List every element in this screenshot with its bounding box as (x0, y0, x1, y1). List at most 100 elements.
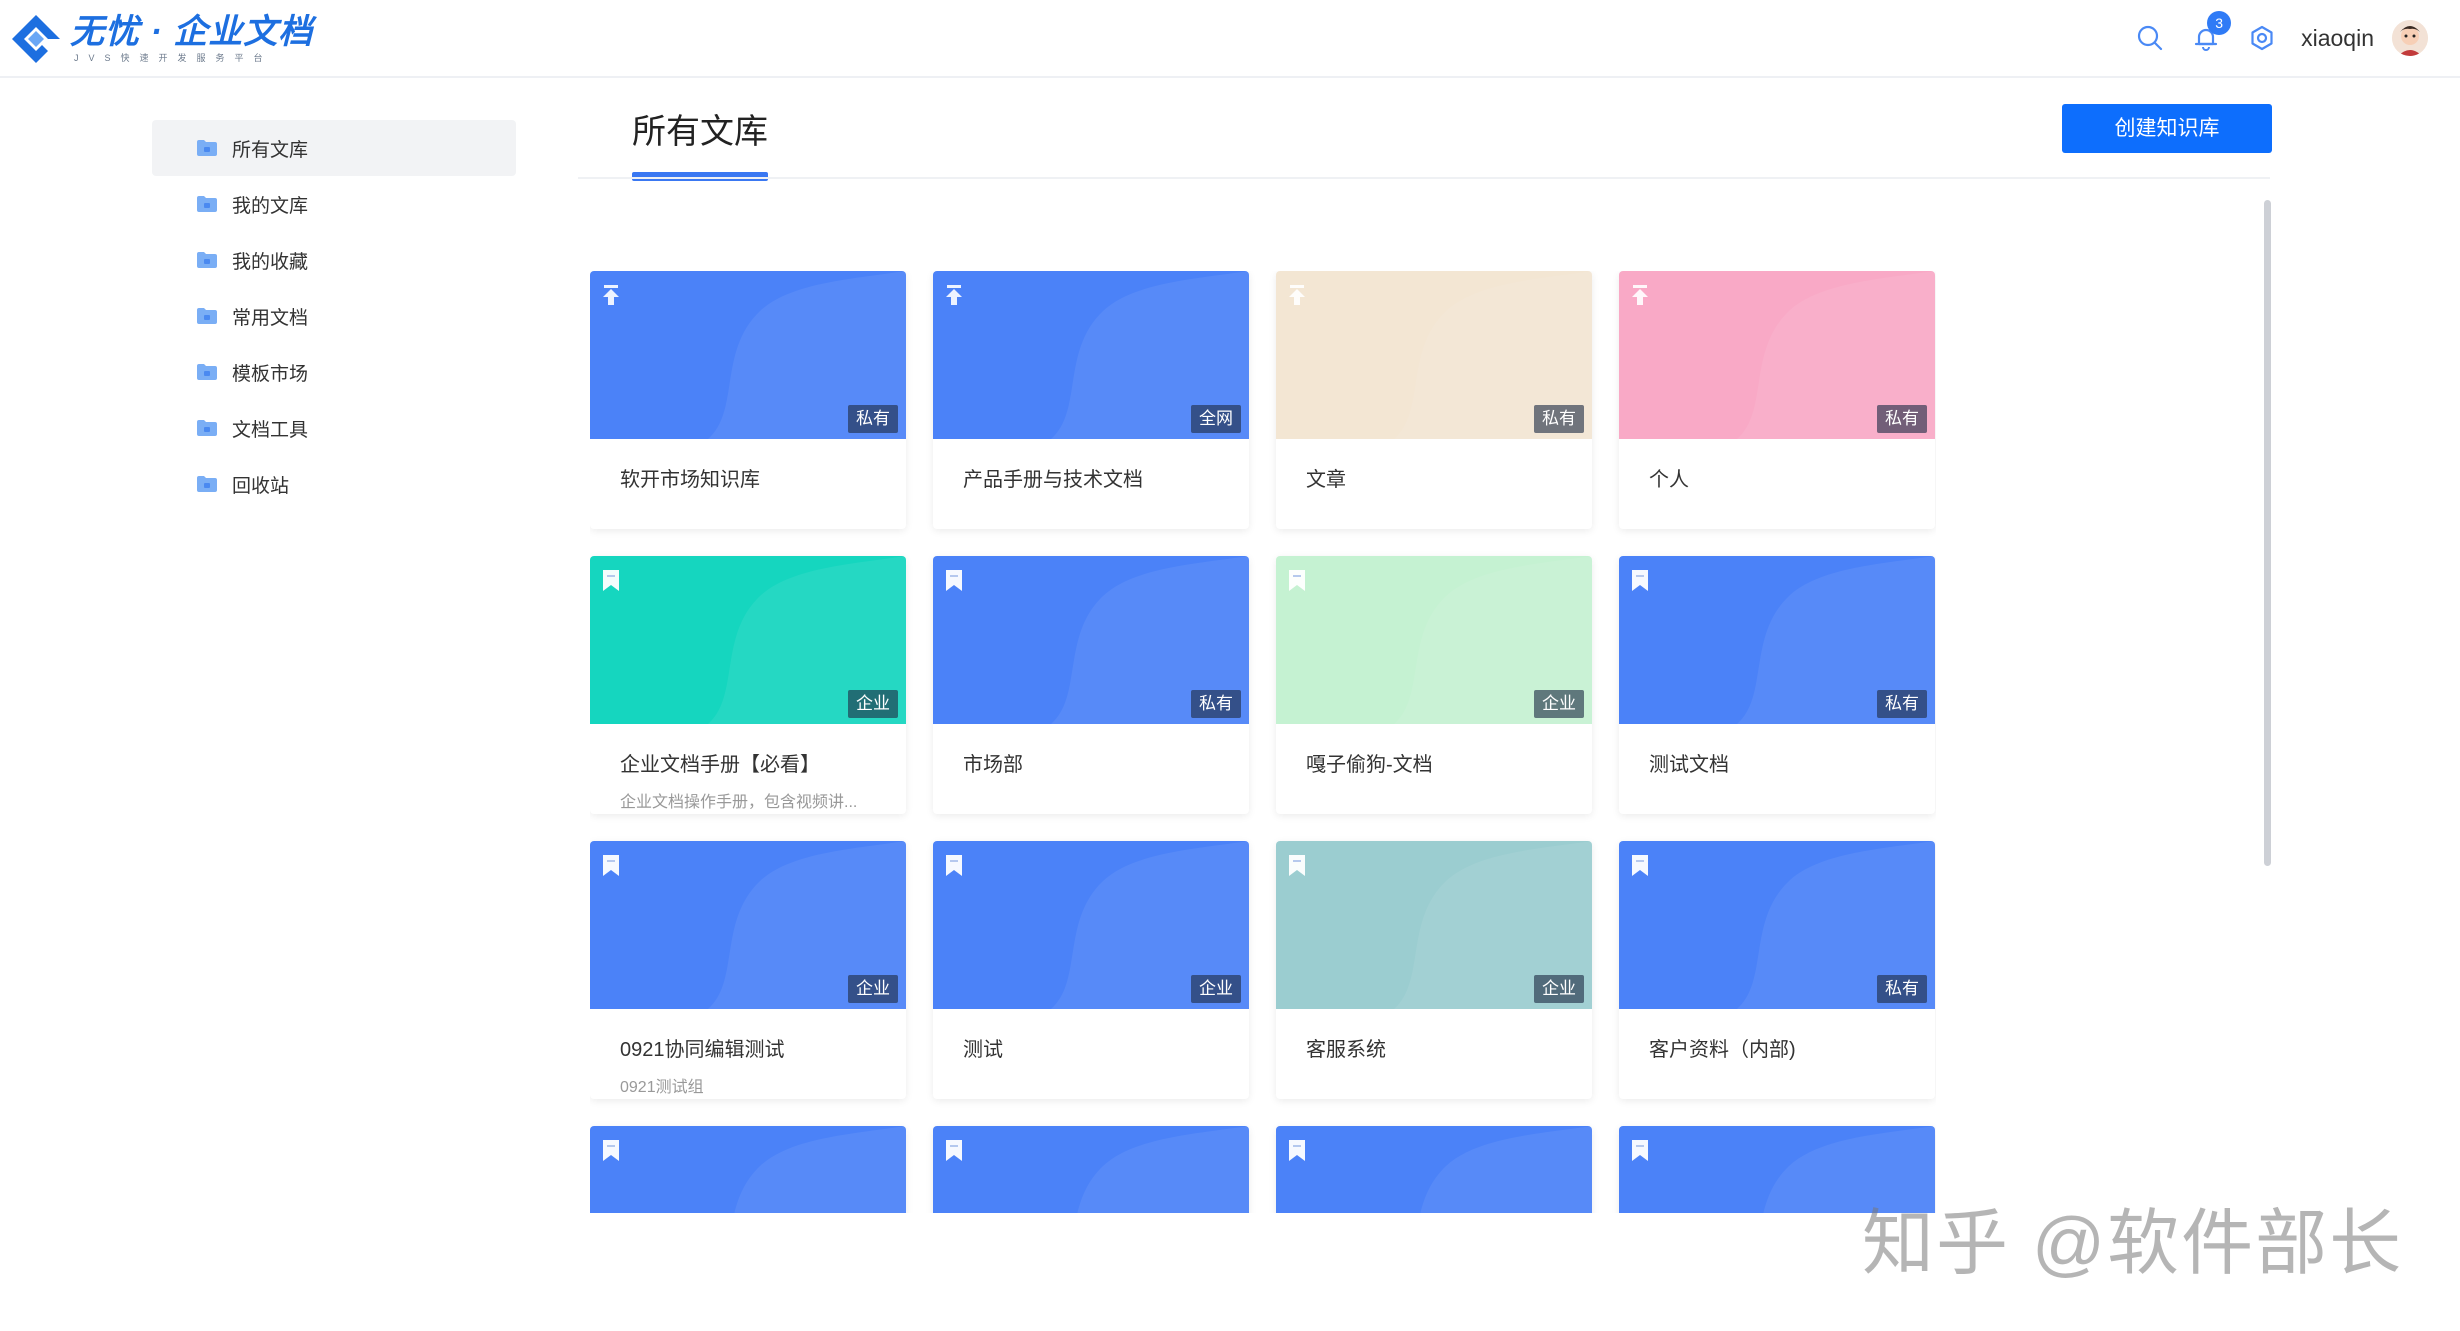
avatar[interactable] (2392, 20, 2428, 56)
pin-icon[interactable] (944, 284, 964, 308)
watermark: 知乎 @软件部长 (1862, 1204, 2404, 1284)
library-card[interactable]: 私有市场部 (933, 556, 1249, 814)
library-card[interactable]: 企业企业文档手册【必看】企业文档操作手册，包含视频讲... (590, 556, 906, 814)
sidebar-item-label: 模板市场 (232, 363, 309, 385)
library-name: 嘎子偷狗-文档 (1306, 754, 1433, 776)
pin-icon[interactable] (601, 284, 621, 308)
pin-icon[interactable] (1287, 284, 1307, 308)
library-name: 0921协同编辑测试 (620, 1039, 785, 1061)
visibility-tag: 私有 (1534, 405, 1584, 433)
folder-icon (196, 195, 218, 213)
bookmark-icon[interactable] (1630, 1139, 1650, 1163)
library-card[interactable]: 企业 测试 (933, 841, 1249, 1099)
library-cover: 私有 (1619, 841, 1935, 1009)
visibility-tag: 私有 (1191, 690, 1241, 718)
library-name: 软开市场知识库 (620, 469, 760, 491)
settings-gear-icon[interactable] (2245, 21, 2279, 55)
sidebar-item-common-docs[interactable]: 常用文档 (152, 288, 516, 344)
folder-icon (196, 139, 218, 157)
pin-icon[interactable] (1630, 284, 1650, 308)
username[interactable]: xiaoqin (2301, 25, 2374, 52)
library-cover: 私有 (590, 271, 906, 439)
create-library-button[interactable]: 创建知识库 (2062, 104, 2272, 153)
library-card[interactable] (933, 1126, 1249, 1213)
library-card[interactable]: 私有测试文档 (1619, 556, 1935, 814)
sidebar-item-my-favorites[interactable]: 我的收藏 (152, 232, 516, 288)
sidebar-item-label: 文档工具 (232, 419, 309, 441)
bookmark-icon[interactable] (601, 854, 621, 878)
bookmark-icon[interactable] (1287, 1139, 1307, 1163)
title-divider (578, 177, 2270, 179)
library-cover: 企业 (1276, 841, 1592, 1009)
library-name: 测试文档 (1649, 754, 1729, 776)
library-cover: 私有 (1619, 271, 1935, 439)
visibility-tag: 企业 (1534, 690, 1584, 718)
bookmark-icon[interactable] (1630, 569, 1650, 593)
library-description: 企业文档操作手册，包含视频讲... (620, 794, 858, 811)
library-card[interactable]: 企业 0921协同编辑测试 0921测试组 (590, 841, 906, 1099)
library-name: 市场部 (963, 754, 1023, 776)
sidebar-item-label: 我的文库 (232, 195, 309, 217)
library-card[interactable]: 全网产品手册与技术文档 (933, 271, 1249, 529)
library-card[interactable] (1276, 1126, 1592, 1213)
visibility-tag: 企业 (1191, 975, 1241, 1003)
library-cover: 企业 (1276, 556, 1592, 724)
library-card[interactable]: 私有客户资料（内部) (1619, 841, 1935, 1099)
library-cover: 企业 (590, 556, 906, 724)
bookmark-icon[interactable] (944, 854, 964, 878)
visibility-tag: 私有 (1877, 405, 1927, 433)
bookmark-icon[interactable] (1287, 569, 1307, 593)
library-card[interactable]: 私有软开市场知识库 (590, 271, 906, 529)
bookmark-icon[interactable] (944, 1139, 964, 1163)
logo-title: 无忧 · 企业文档 (70, 13, 314, 51)
library-name: 企业文档手册【必看】 (620, 754, 820, 776)
sidebar-item-doc-tools[interactable]: 文档工具 (152, 400, 516, 456)
top-header: 无忧 · 企业文档 JVS快速开发服务平台 3 xiaoqin (0, 0, 2460, 78)
visibility-tag: 私有 (1877, 975, 1927, 1003)
sidebar: 所有文库 我的文库 我的收藏 常用文档 模板市场 文档工具 回收站 (152, 120, 516, 512)
bookmark-icon[interactable] (1287, 854, 1307, 878)
sidebar-item-label: 我的收藏 (232, 251, 309, 273)
library-cover (590, 1126, 906, 1213)
sidebar-item-recycle-bin[interactable]: 回收站 (152, 456, 516, 512)
library-cover (1276, 1126, 1592, 1213)
folder-icon (196, 251, 218, 269)
folder-icon (196, 363, 218, 381)
library-description: 0921测试组 (620, 1079, 704, 1096)
library-name: 个人 (1649, 469, 1689, 491)
sidebar-item-label: 回收站 (232, 475, 290, 497)
library-cover (933, 1126, 1249, 1213)
library-name: 客户资料（内部) (1649, 1039, 1796, 1061)
folder-icon (196, 307, 218, 325)
library-name: 客服系统 (1306, 1039, 1386, 1061)
bookmark-icon[interactable] (601, 569, 621, 593)
folder-icon (196, 419, 218, 437)
notification-bell-icon[interactable]: 3 (2189, 11, 2232, 55)
library-cover: 企业 (933, 841, 1249, 1009)
folder-icon (196, 475, 218, 493)
bookmark-icon[interactable] (1630, 854, 1650, 878)
sidebar-item-all-libraries[interactable]: 所有文库 (152, 120, 516, 176)
sidebar-item-my-libraries[interactable]: 我的文库 (152, 176, 516, 232)
library-card[interactable]: 私有个人 (1619, 271, 1935, 529)
logo[interactable]: 无忧 · 企业文档 JVS快速开发服务平台 (8, 8, 313, 70)
library-cover: 企业 (590, 841, 906, 1009)
visibility-tag: 企业 (848, 975, 898, 1003)
bookmark-icon[interactable] (944, 569, 964, 593)
library-card[interactable]: 企业嘎子偷狗-文档 (1276, 556, 1592, 814)
library-name: 文章 (1306, 469, 1346, 491)
visibility-tag: 全网 (1191, 405, 1241, 433)
logo-icon (8, 11, 64, 67)
notification-badge: 3 (2207, 11, 2232, 35)
scrollbar[interactable] (2264, 200, 2271, 866)
library-cover: 私有 (1619, 556, 1935, 724)
sidebar-item-template-market[interactable]: 模板市场 (152, 344, 516, 400)
library-card[interactable]: 私有文章 (1276, 271, 1592, 529)
library-cover: 私有 (933, 556, 1249, 724)
library-card[interactable]: 企业客服系统 (1276, 841, 1592, 1099)
library-name: 产品手册与技术文档 (963, 469, 1143, 491)
search-icon[interactable] (2133, 21, 2167, 55)
sidebar-item-label: 所有文库 (232, 139, 309, 161)
library-card[interactable] (590, 1126, 906, 1213)
bookmark-icon[interactable] (601, 1139, 621, 1163)
